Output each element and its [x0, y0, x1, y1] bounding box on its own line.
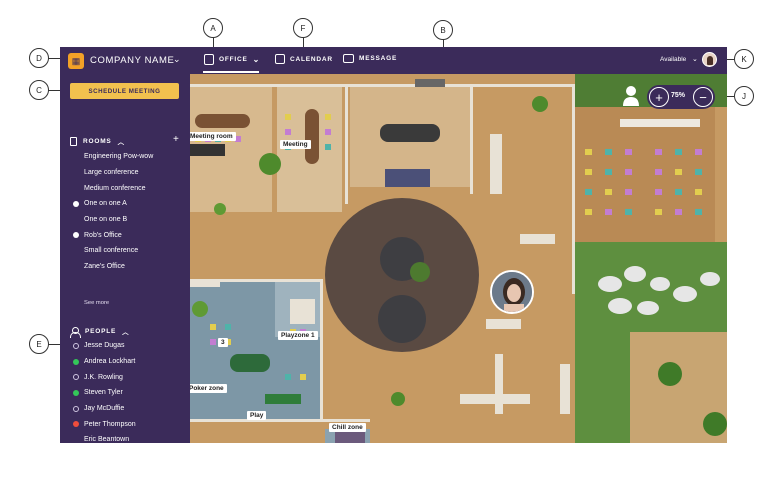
- people-list: Jesse Dugas Andrea Lockhart J.K. Rowling St…: [60, 338, 190, 443]
- chevron-up-icon: ︿: [117, 139, 125, 146]
- callout-j: J: [734, 86, 754, 106]
- callout-b: B: [433, 20, 453, 40]
- person-item[interactable]: Andrea Lockhart: [60, 354, 190, 370]
- person-item[interactable]: Jay McDuffie: [60, 401, 190, 417]
- presence-indicator: [73, 343, 79, 349]
- chevron-down-icon: ⌄: [252, 55, 261, 64]
- zoom-level: 75%: [671, 92, 686, 99]
- annotated-screenshot: A F B D C K J E ▦ COMPANY NAME ⌄ OFFICE …: [0, 0, 776, 488]
- company-name[interactable]: COMPANY NAME: [90, 55, 174, 66]
- room-label-3[interactable]: 3: [218, 338, 228, 347]
- person-name: Jay McDuffie: [84, 405, 125, 413]
- floor-plan-illustration: [190, 74, 727, 443]
- rooms-heading: ROOMS: [83, 137, 112, 145]
- see-more-label: See more: [84, 299, 110, 306]
- active-tab-indicator: [203, 71, 259, 73]
- room-item[interactable]: One on one A: [60, 196, 190, 212]
- room-label: Engineering Pow-wow: [84, 153, 154, 161]
- calendar-icon: [275, 54, 285, 64]
- office-floor-map[interactable]: Meeting room Meeting 3 Playzone 1 Poker …: [190, 74, 727, 443]
- person-name: Jesse Dugas: [84, 342, 125, 350]
- room-item[interactable]: Engineering Pow-wow: [60, 149, 190, 165]
- room-label: Medium conference: [84, 184, 146, 192]
- room-item[interactable]: Medium conference: [60, 180, 190, 196]
- person-item[interactable]: Jesse Dugas: [60, 338, 190, 354]
- zoom-control: + 75% −: [647, 85, 715, 109]
- tab-office[interactable]: OFFICE ⌄: [204, 54, 260, 65]
- person-name: J.K. Rowling: [84, 373, 123, 381]
- tab-message[interactable]: MESSAGE: [343, 54, 397, 63]
- tab-message-label: MESSAGE: [359, 55, 398, 62]
- person-name: Andrea Lockhart: [84, 358, 136, 366]
- callout-d: D: [29, 48, 49, 68]
- callout-e: E: [29, 334, 49, 354]
- people-heading: PEOPLE: [85, 327, 117, 335]
- door-icon: [70, 136, 77, 146]
- room-label-play[interactable]: Play: [247, 411, 267, 420]
- occupied-indicator: [73, 232, 79, 239]
- person-item[interactable]: Steven Tyler: [60, 385, 190, 401]
- tab-calendar-label: CALENDAR: [290, 55, 333, 63]
- person-name: Peter Thompson: [84, 420, 136, 428]
- message-icon: [343, 54, 354, 63]
- room-label: Small conference: [84, 247, 139, 255]
- room-label: Rob's Office: [84, 231, 122, 239]
- my-avatar-icon[interactable]: [622, 85, 640, 107]
- rooms-list: Engineering Pow-wow Large conference Mediu…: [60, 149, 190, 275]
- add-room-icon[interactable]: +: [173, 134, 179, 145]
- presence-indicator: [73, 358, 79, 365]
- presence-indicator: [73, 374, 79, 381]
- person-item[interactable]: Peter Thompson: [60, 416, 190, 432]
- zoom-in-button[interactable]: +: [649, 87, 669, 107]
- tab-calendar[interactable]: CALENDAR: [275, 54, 333, 64]
- person-silhouette-icon: [623, 86, 639, 106]
- schedule-meeting-button[interactable]: SCHEDULE MEETING: [70, 83, 179, 99]
- room-label-poker-zone[interactable]: Poker zone: [190, 384, 227, 393]
- callout-c: C: [29, 80, 49, 100]
- company-logo-icon[interactable]: ▦: [68, 53, 84, 69]
- chevron-down-icon[interactable]: ⌄: [173, 54, 181, 65]
- presence-indicator: [73, 390, 79, 397]
- availability-status[interactable]: Available: [660, 56, 686, 63]
- person-item[interactable]: J.K. Rowling: [60, 369, 190, 385]
- room-label-meeting[interactable]: Meeting: [280, 140, 311, 149]
- person-icon: [70, 326, 81, 338]
- chevron-down-icon[interactable]: ⌄: [692, 55, 698, 63]
- building-icon: [204, 54, 214, 65]
- person-item[interactable]: Eric Beantown: [60, 432, 190, 443]
- virtual-office-app: ▦ COMPANY NAME ⌄ OFFICE ⌄ CALENDAR MESSA…: [60, 47, 727, 443]
- room-item[interactable]: Large conference: [60, 165, 190, 181]
- chevron-up-icon: ︿: [122, 329, 130, 336]
- occupied-indicator: [73, 201, 79, 208]
- user-video-avatar[interactable]: [490, 270, 534, 314]
- avatar[interactable]: [702, 52, 717, 67]
- presence-indicator: [73, 421, 79, 428]
- room-label: One on one A: [84, 200, 127, 208]
- person-name: Steven Tyler: [84, 389, 123, 397]
- zoom-out-button[interactable]: −: [693, 87, 713, 107]
- presence-indicator: [73, 405, 79, 412]
- room-item[interactable]: One on one B: [60, 212, 190, 228]
- room-label-chill-zone[interactable]: Chill zone: [329, 423, 366, 432]
- room-label: Zane's Office: [84, 263, 125, 271]
- room-label-meeting-room[interactable]: Meeting room: [190, 132, 236, 141]
- room-label: One on one B: [84, 216, 128, 224]
- room-label: Large conference: [84, 169, 139, 177]
- callout-k: K: [734, 49, 754, 69]
- people-header[interactable]: PEOPLE ︿: [70, 326, 130, 338]
- room-item[interactable]: Zane's Office: [60, 259, 190, 275]
- room-label-playzone-1[interactable]: Playzone 1: [278, 331, 318, 340]
- see-more-link[interactable]: See more: [60, 295, 190, 311]
- sidebar: SCHEDULE MEETING ROOMS ︿ + Engineering P…: [60, 74, 190, 443]
- tab-office-label: OFFICE: [219, 56, 248, 63]
- callout-f: F: [293, 18, 313, 38]
- rooms-header[interactable]: ROOMS ︿: [70, 136, 125, 146]
- top-bar: ▦ COMPANY NAME ⌄ OFFICE ⌄ CALENDAR MESSA…: [60, 47, 727, 74]
- person-name: Eric Beantown: [84, 436, 130, 443]
- room-item[interactable]: Small conference: [60, 243, 190, 259]
- callout-a: A: [203, 18, 223, 38]
- room-item[interactable]: Rob's Office: [60, 227, 190, 243]
